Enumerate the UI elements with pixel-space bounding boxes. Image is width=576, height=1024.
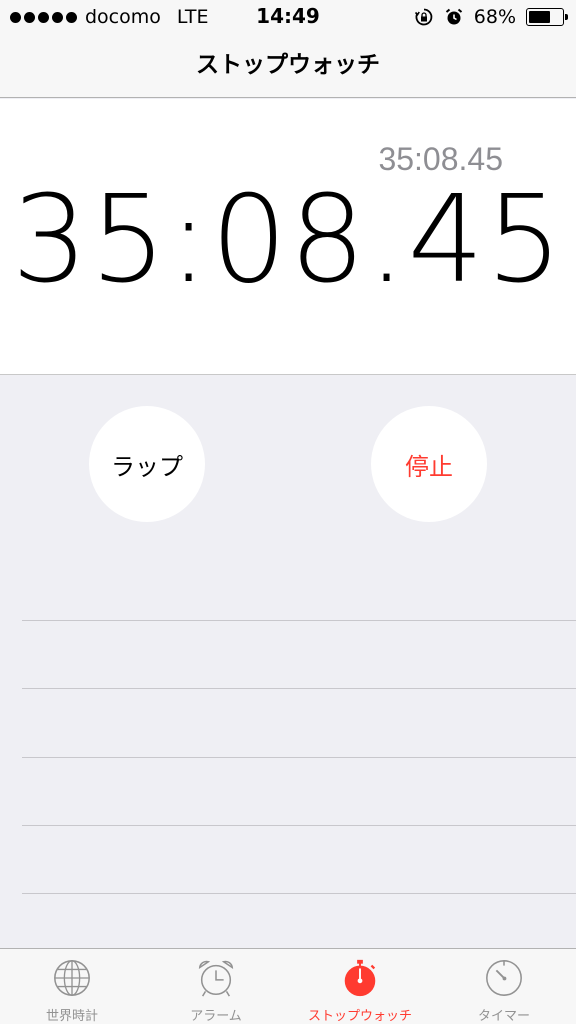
tab-alarm[interactable]: アラーム: [144, 949, 288, 1024]
alarm-status-icon: [445, 8, 462, 25]
lap-list-divider: [22, 893, 576, 894]
battery-icon: [526, 8, 568, 26]
total-elapsed-time: 35:08.45: [11, 171, 565, 310]
rotation-lock-icon: [414, 8, 433, 26]
page-title: ストップウォッチ: [196, 52, 380, 78]
navigation-bar: ストップウォッチ: [0, 34, 576, 98]
timer-icon: [486, 960, 522, 996]
stopwatch-icon: [344, 959, 376, 997]
tab-label: 世界時計: [45, 1009, 98, 1024]
battery-percentage: 68%: [473, 6, 516, 28]
status-right: 68%: [414, 5, 568, 29]
alarm-clock-icon: [198, 960, 234, 997]
lap-list-divider: [22, 757, 576, 758]
lap-button[interactable]: ラップ: [89, 406, 205, 522]
stop-button[interactable]: 停止: [371, 406, 487, 522]
status-bar: docomo LTE 14:49 68%: [0, 0, 576, 34]
tab-label: タイマー: [477, 1009, 530, 1024]
battery-fill: [529, 11, 551, 23]
tab-timer[interactable]: タイマー: [432, 949, 576, 1024]
tab-label: アラーム: [190, 1009, 242, 1024]
tab-label: ストップウォッチ: [307, 1009, 412, 1024]
tab-bar: 世界時計 アラーム ストップウォッチ タイマー: [0, 948, 576, 1024]
tab-world-clock[interactable]: 世界時計: [0, 949, 144, 1024]
lap-list-divider: [22, 825, 576, 826]
timer-display-panel: 35:08.45 35:08.45: [0, 99, 576, 375]
globe-icon: [54, 960, 90, 996]
lap-list-divider: [22, 620, 576, 621]
lap-list-divider: [22, 688, 576, 689]
tab-stopwatch[interactable]: ストップウォッチ: [288, 949, 432, 1024]
